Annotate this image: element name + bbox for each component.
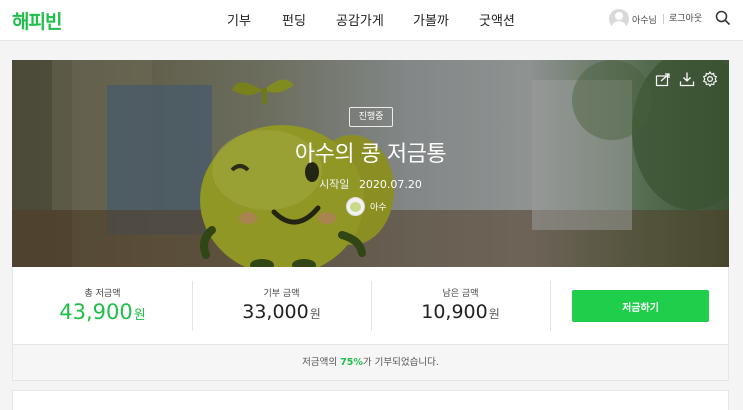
donated-amount: 기부 금액 33,000원 <box>192 267 371 345</box>
start-date-value: 2020.07.20 <box>358 178 422 191</box>
nav-item-good-action[interactable]: 굿액션 <box>479 10 515 29</box>
user-avatar-icon <box>609 9 629 29</box>
currency-unit: 원 <box>133 308 146 323</box>
divider <box>663 14 664 24</box>
owner-profile[interactable]: 아수 <box>346 196 387 216</box>
save-button[interactable]: 저금하기 <box>572 290 709 322</box>
hero-banner: 진행중 아수의 콩 저금통 시작일 2020.07.20 아수 <box>12 60 729 267</box>
user-menu[interactable]: 아수님 <box>609 9 657 29</box>
donated-amount-value: 33,000원 <box>192 301 371 323</box>
status-badge: 진행중 <box>349 107 393 127</box>
total-savings-label: 총 저금액 <box>84 289 121 299</box>
download-icon[interactable] <box>679 71 695 87</box>
remaining-amount-number: 10,900 <box>421 301 488 323</box>
nav-item-visit[interactable]: 가볼까 <box>413 10 449 29</box>
settings-icon[interactable] <box>702 71 718 87</box>
progress-percent: 75% <box>340 357 363 368</box>
nav-item-funding[interactable]: 펀딩 <box>282 10 306 29</box>
page-title: 아수의 콩 저금통 <box>294 142 447 167</box>
top-header: 해피빈 기부 펀딩 공감가게 가볼까 굿액션 아수님 로그아웃 <box>0 0 743 41</box>
user-name: 아수님 <box>632 15 657 26</box>
total-savings-value: 43,900원 <box>13 300 192 324</box>
owner-name: 아수 <box>370 202 387 213</box>
content-card <box>12 390 729 410</box>
donated-amount-label: 기부 금액 <box>263 289 300 299</box>
progress-prefix: 저금액의 <box>302 357 341 368</box>
donated-amount-number: 33,000 <box>242 301 309 323</box>
share-icon[interactable] <box>655 71 671 87</box>
remaining-amount-label: 남은 금액 <box>442 289 479 299</box>
nav-item-donate[interactable]: 기부 <box>227 10 251 29</box>
savings-summary: 총 저금액 43,900원 기부 금액 33,000원 남은 금액 10,900… <box>12 267 729 345</box>
logout-link[interactable]: 로그아웃 <box>669 11 702 24</box>
start-date-row: 시작일 2020.07.20 <box>12 176 729 192</box>
currency-unit: 원 <box>488 307 500 321</box>
search-icon[interactable] <box>715 10 731 26</box>
owner-avatar <box>346 196 365 216</box>
divider <box>550 281 551 331</box>
start-date-label: 시작일 <box>319 178 350 191</box>
progress-suffix: 가 기부되었습니다. <box>362 357 439 368</box>
total-savings: 총 저금액 43,900원 <box>13 267 192 345</box>
remaining-amount: 남은 금액 10,900원 <box>371 267 550 345</box>
nav-item-store[interactable]: 공감가게 <box>336 10 384 29</box>
remaining-amount-value: 10,900원 <box>371 301 550 323</box>
donation-progress-message: 저금액의 75%가 기부되었습니다. <box>12 345 729 381</box>
total-amount: 43,900 <box>59 300 133 324</box>
currency-unit: 원 <box>309 307 321 321</box>
